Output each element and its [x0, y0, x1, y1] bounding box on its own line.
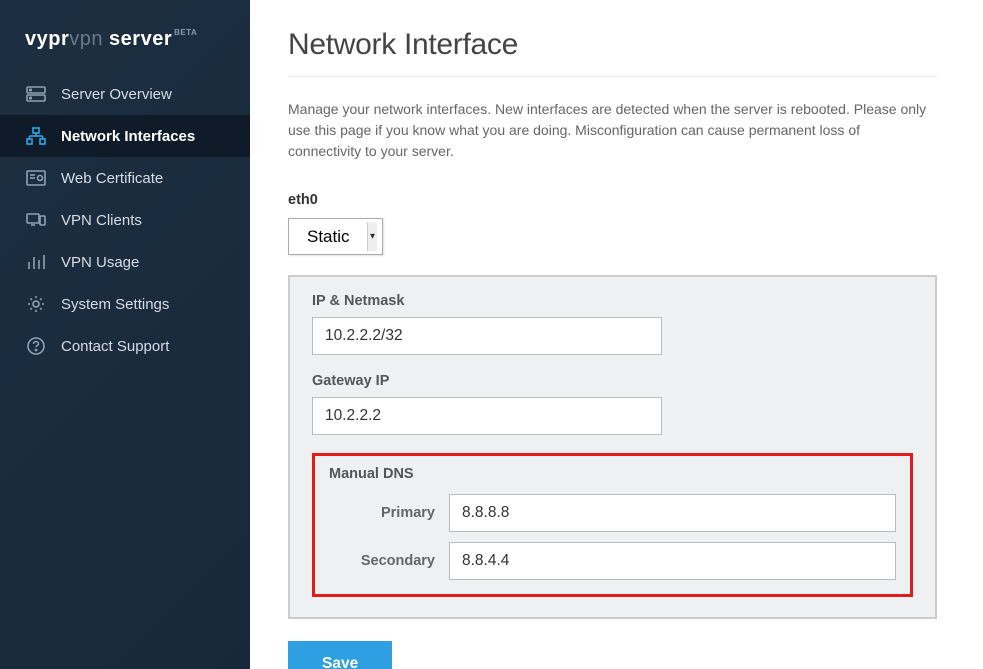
logo-vypr: vypr: [25, 28, 69, 50]
certificate-icon: [25, 169, 47, 187]
dns-primary-input[interactable]: [449, 494, 896, 532]
manual-dns-title: Manual DNS: [329, 466, 896, 482]
sidebar-item-vpn-usage[interactable]: VPN Usage: [0, 241, 250, 283]
dns-primary-label: Primary: [329, 505, 449, 521]
sidebar-item-web-certificate[interactable]: Web Certificate: [0, 157, 250, 199]
main-content: Network Interface Manage your network in…: [250, 0, 983, 669]
help-icon: [25, 337, 47, 355]
dns-secondary-label: Secondary: [329, 553, 449, 569]
logo-server: server: [103, 28, 172, 50]
page-description: Manage your network interfaces. New inte…: [288, 99, 937, 162]
sidebar-item-contact-support[interactable]: Contact Support: [0, 325, 250, 367]
clients-icon: [25, 211, 47, 229]
dns-secondary-row: Secondary: [329, 542, 896, 580]
sidebar-nav: Server Overview Network Interfaces Web C…: [0, 73, 250, 367]
page-title: Network Interface: [288, 28, 937, 77]
save-button[interactable]: Save: [288, 641, 392, 669]
sidebar-item-network-interfaces[interactable]: Network Interfaces: [0, 115, 250, 157]
gateway-input[interactable]: [312, 397, 662, 435]
gear-icon: [25, 295, 47, 313]
interface-name: eth0: [288, 192, 937, 208]
sidebar-item-label: VPN Usage: [61, 254, 139, 271]
sidebar-item-vpn-clients[interactable]: VPN Clients: [0, 199, 250, 241]
sidebar: vyprvpn serverBETA Server Overview Netwo…: [0, 0, 250, 669]
dns-primary-row: Primary: [329, 494, 896, 532]
usage-icon: [25, 253, 47, 271]
logo-vpn: vpn: [69, 28, 103, 50]
manual-dns-box: Manual DNS Primary Secondary: [312, 453, 913, 597]
server-icon: [25, 85, 47, 103]
logo-beta: BETA: [174, 28, 197, 37]
mode-select[interactable]: Static: [288, 218, 383, 255]
sidebar-item-label: Web Certificate: [61, 170, 163, 187]
sidebar-item-system-settings[interactable]: System Settings: [0, 283, 250, 325]
gateway-label: Gateway IP: [312, 373, 913, 389]
mode-select-wrap: Static ▾: [288, 218, 383, 255]
config-box: IP & Netmask Gateway IP Manual DNS Prima…: [288, 275, 937, 619]
sidebar-item-server-overview[interactable]: Server Overview: [0, 73, 250, 115]
sidebar-item-label: System Settings: [61, 296, 169, 313]
dns-secondary-input[interactable]: [449, 542, 896, 580]
ip-netmask-input[interactable]: [312, 317, 662, 355]
sidebar-item-label: Network Interfaces: [61, 128, 195, 145]
network-icon: [25, 127, 47, 145]
ip-netmask-label: IP & Netmask: [312, 293, 913, 309]
sidebar-item-label: Server Overview: [61, 86, 172, 103]
logo: vyprvpn serverBETA: [0, 0, 250, 73]
sidebar-item-label: Contact Support: [61, 338, 169, 355]
sidebar-item-label: VPN Clients: [61, 212, 142, 229]
